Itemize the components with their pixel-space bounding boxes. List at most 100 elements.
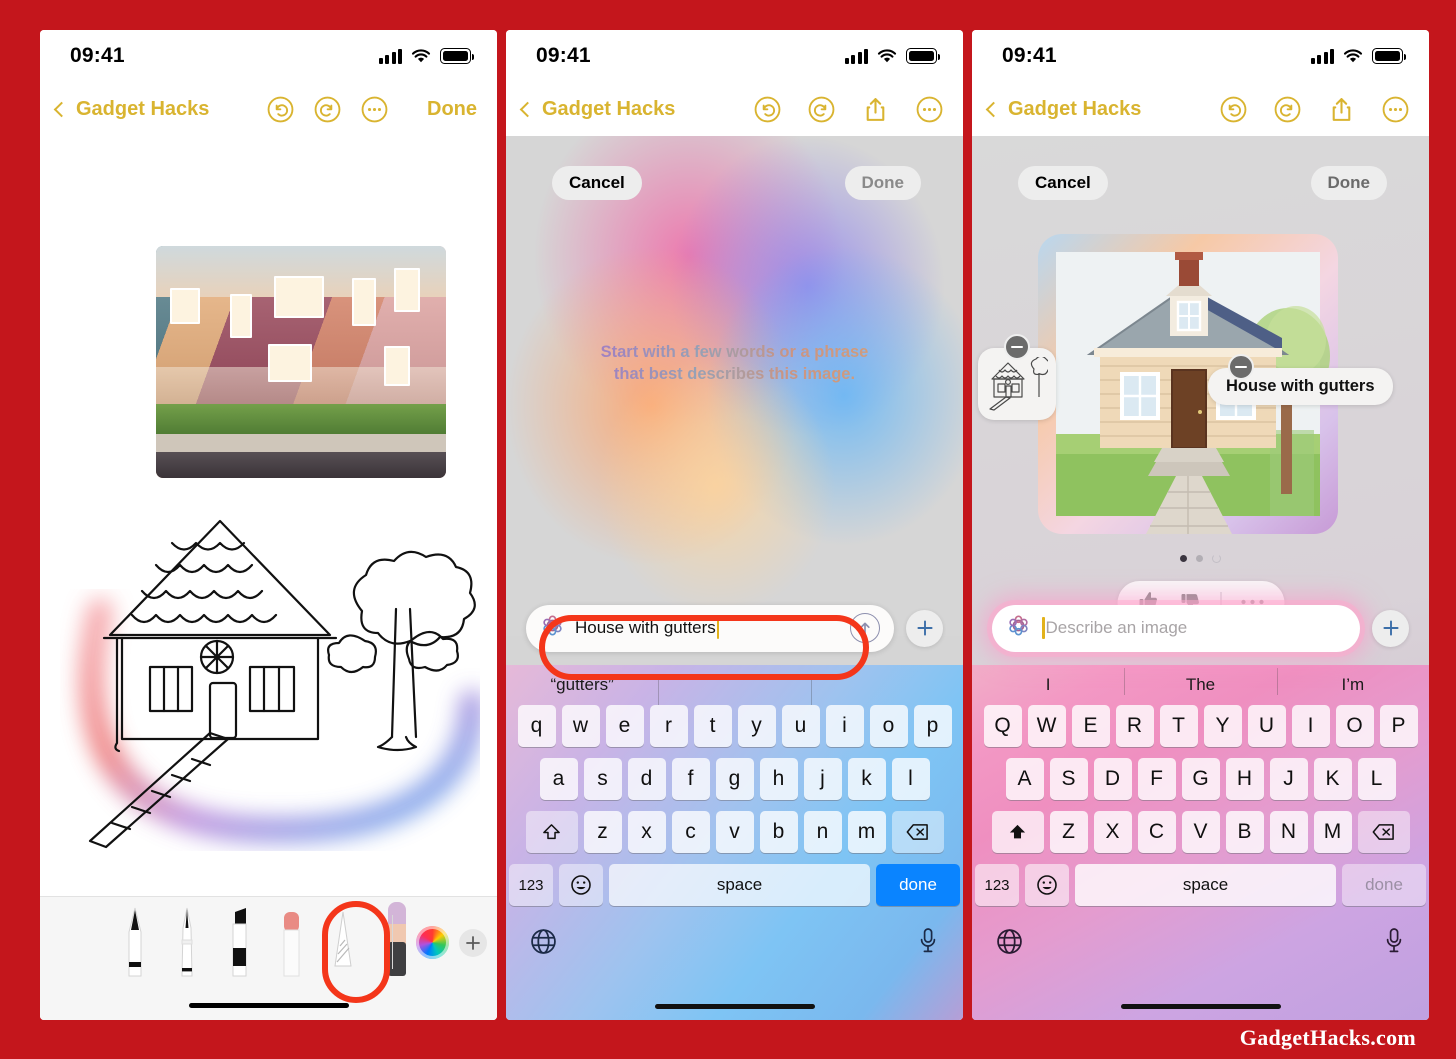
sheet-done-button[interactable]: Done [1310,166,1387,200]
home-indicator[interactable] [188,1002,349,1008]
redo-icon[interactable] [1273,95,1301,123]
fountain-pen-tool[interactable] [174,906,200,989]
page-dots[interactable] [972,554,1429,563]
key-y[interactable]: Y [1203,705,1242,747]
key-s[interactable]: S [1049,758,1088,800]
microphone-icon[interactable] [1383,927,1405,960]
suggestion-0[interactable]: “gutters” [506,675,658,695]
prompt-input[interactable]: Describe an image [992,604,1360,652]
globe-icon[interactable] [530,928,557,960]
key-e[interactable]: e [605,705,644,747]
key-d[interactable]: d [627,758,666,800]
suggestion-1[interactable]: The [1124,668,1276,695]
home-indicator[interactable] [1120,1003,1281,1009]
undo-icon[interactable] [266,95,294,123]
page-dot-2[interactable] [1196,555,1203,562]
remove-prompt-button[interactable] [1228,354,1254,380]
key-m[interactable]: m [847,811,886,853]
key-q[interactable]: q [517,705,556,747]
key-n[interactable]: N [1269,811,1308,853]
key-k[interactable]: K [1313,758,1352,800]
key-y[interactable]: y [737,705,776,747]
image-wand-tool[interactable] [382,898,408,989]
space-key[interactable]: space [609,864,870,906]
keyboard[interactable]: “gutters” qwertyuiop asdfghjkl zxcvbnm 1… [506,665,963,1020]
home-indicator[interactable] [654,1003,815,1009]
key-u[interactable]: U [1247,705,1286,747]
sketch-area[interactable] [60,491,480,851]
key-l[interactable]: L [1357,758,1396,800]
key-x[interactable]: x [627,811,666,853]
key-m[interactable]: M [1313,811,1352,853]
key-w[interactable]: w [561,705,600,747]
ellipsis-circle-icon[interactable] [360,95,388,123]
key-r[interactable]: R [1115,705,1154,747]
globe-icon[interactable] [996,928,1023,960]
back-button[interactable]: Gadget Hacks [53,98,209,121]
key-f[interactable]: f [671,758,710,800]
redo-icon[interactable] [313,95,341,123]
key-b[interactable]: B [1225,811,1264,853]
marker-tool[interactable] [226,906,252,989]
key-z[interactable]: z [583,811,622,853]
emoji-key[interactable] [559,864,603,906]
key-w[interactable]: W [1027,705,1066,747]
sheet-done-button[interactable]: Done [844,166,921,200]
undo-icon[interactable] [1219,95,1247,123]
key-t[interactable]: T [1159,705,1198,747]
done-button[interactable]: Done [427,98,477,121]
inserted-photo[interactable] [156,246,446,478]
suggestion-bar[interactable]: I The I’m [972,665,1429,705]
key-i[interactable]: i [825,705,864,747]
suggestion-bar[interactable]: “gutters” [506,665,963,705]
remove-sketch-button[interactable] [1004,334,1030,360]
numbers-key[interactable]: 123 [975,864,1019,906]
key-n[interactable]: n [803,811,842,853]
key-l[interactable]: l [891,758,930,800]
markup-toolbar[interactable] [40,896,497,1020]
add-attachment-button[interactable] [906,609,943,647]
color-wheel-icon[interactable] [416,926,449,959]
shift-key[interactable] [991,811,1044,853]
numbers-key[interactable]: 123 [509,864,553,906]
key-e[interactable]: E [1071,705,1110,747]
key-t[interactable]: t [693,705,732,747]
emoji-key[interactable] [1025,864,1069,906]
suggestion-2[interactable]: I’m [1276,668,1429,695]
ellipsis-circle-icon[interactable] [1381,95,1409,123]
key-k[interactable]: k [847,758,886,800]
key-v[interactable]: V [1181,811,1220,853]
keyboard[interactable]: I The I’m QWERTYUIOP ASDFGHJKL ZXCVBNM 1… [972,665,1429,1020]
add-attachment-button[interactable] [1372,609,1409,647]
pen-tool[interactable] [122,906,148,989]
cancel-button[interactable]: Cancel [1018,166,1108,200]
key-c[interactable]: C [1137,811,1176,853]
pencil-tool[interactable] [330,906,356,989]
key-v[interactable]: v [715,811,754,853]
key-r[interactable]: r [649,705,688,747]
microphone-icon[interactable] [917,927,939,960]
key-h[interactable]: H [1225,758,1264,800]
key-q[interactable]: Q [983,705,1022,747]
key-j[interactable]: J [1269,758,1308,800]
backspace-key[interactable] [891,811,944,853]
key-z[interactable]: Z [1049,811,1088,853]
share-icon[interactable] [1327,95,1355,123]
key-a[interactable]: A [1005,758,1044,800]
key-p[interactable]: P [1379,705,1418,747]
key-u[interactable]: u [781,705,820,747]
add-tool-button[interactable] [459,929,487,957]
backspace-key[interactable] [1357,811,1410,853]
key-a[interactable]: a [539,758,578,800]
share-icon[interactable] [861,95,889,123]
key-b[interactable]: b [759,811,798,853]
key-f[interactable]: F [1137,758,1176,800]
key-s[interactable]: s [583,758,622,800]
drawing-canvas[interactable] [40,136,497,936]
key-o[interactable]: o [869,705,908,747]
space-key[interactable]: space [1075,864,1336,906]
cancel-button[interactable]: Cancel [552,166,642,200]
eraser-tool[interactable] [278,906,304,989]
key-g[interactable]: G [1181,758,1220,800]
key-d[interactable]: D [1093,758,1132,800]
